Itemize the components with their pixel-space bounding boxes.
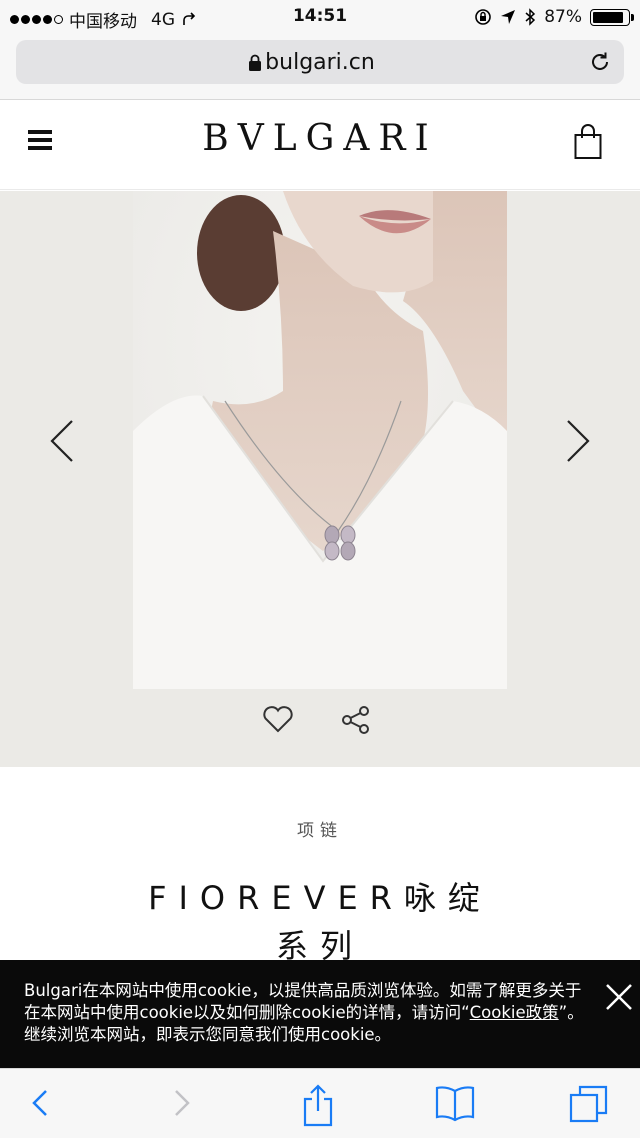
product-title-line-1: FIOREVER咏绽 (148, 879, 492, 917)
share-icon[interactable] (341, 705, 371, 735)
share-sheet-icon[interactable] (300, 1083, 336, 1127)
chevron-right-icon[interactable] (562, 419, 592, 463)
status-bar: 中国移动 4G 14:51 87% (0, 0, 640, 34)
product-category: 项链 (297, 821, 343, 841)
site-header: BVLGARI (0, 100, 640, 190)
battery-percent: 87% (544, 7, 582, 27)
browser-toolbar (0, 1068, 640, 1138)
close-icon[interactable] (604, 982, 634, 1012)
product-image-carousel (0, 191, 640, 767)
tabs-icon[interactable] (568, 1083, 610, 1125)
url-text: bulgari.cn (265, 50, 375, 75)
location-icon (501, 10, 516, 24)
bag-icon[interactable] (574, 124, 602, 160)
cookie-banner: Bulgari在本网站中使用cookie，以提供高品质浏览体验。如需了解更多关于… (0, 960, 640, 1068)
browser-address-area: bulgari.cn (0, 34, 640, 100)
cookie-policy-link[interactable]: Cookie政策 (470, 1003, 559, 1022)
product-title: FIOREVER咏绽 系列 (0, 874, 640, 970)
rotation-lock-icon (475, 9, 492, 25)
status-right: 87% (474, 7, 634, 27)
forward-icon[interactable] (170, 1083, 194, 1123)
address-bar[interactable]: bulgari.cn (16, 40, 624, 84)
heart-icon[interactable] (262, 705, 294, 733)
brand-logo[interactable]: BVLGARI (0, 118, 640, 159)
product-photo[interactable] (133, 191, 507, 689)
chevron-left-icon[interactable] (48, 419, 78, 463)
bluetooth-icon (525, 8, 536, 26)
model-wearing-necklace-image (133, 191, 507, 689)
back-icon[interactable] (28, 1083, 52, 1123)
battery-icon (590, 8, 634, 26)
bookmarks-icon[interactable] (434, 1083, 476, 1123)
reload-icon[interactable] (588, 50, 612, 74)
